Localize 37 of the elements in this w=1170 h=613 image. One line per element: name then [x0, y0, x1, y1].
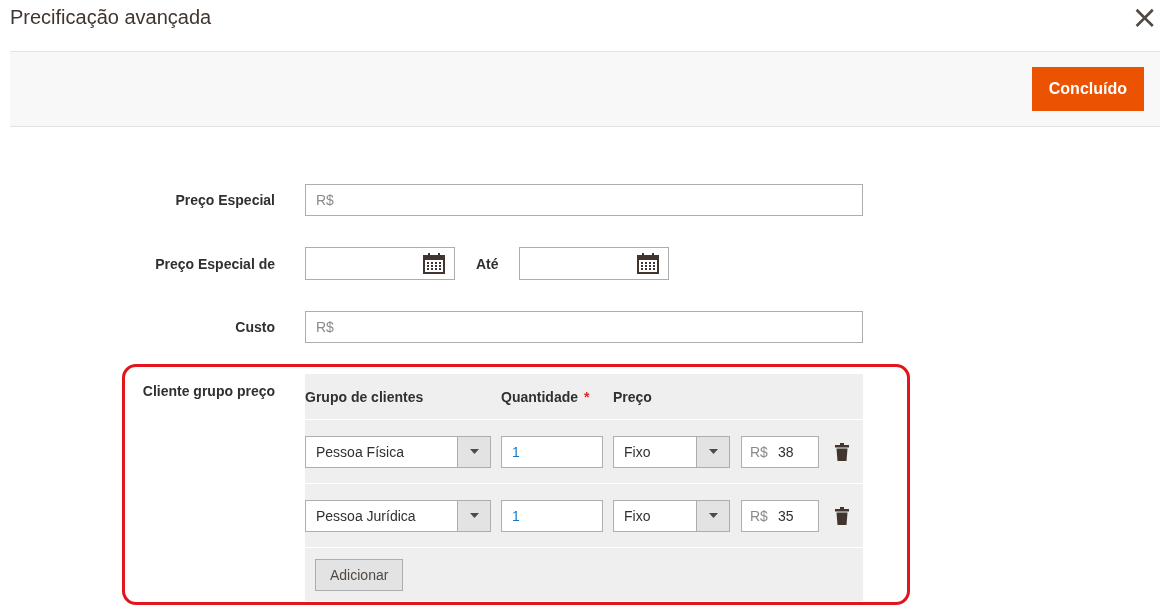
modal-title: Precificação avançada [10, 6, 212, 29]
caret-icon [696, 436, 729, 467]
column-header: Preço [613, 388, 652, 405]
price-type-select[interactable]: Fixo [613, 499, 730, 532]
caret-icon [457, 500, 490, 531]
customer-group-select[interactable]: Pessoa Física [305, 435, 491, 468]
date-from-field[interactable] [305, 247, 455, 280]
required-mark: * [584, 388, 590, 405]
currency-prefix: R$ [750, 507, 768, 524]
done-button[interactable]: Concluído [1031, 67, 1144, 111]
close-button[interactable]: × [1131, 3, 1158, 30]
field-label: Até [476, 255, 499, 272]
field-label: Custo [235, 319, 275, 335]
column-header: Grupo de clientes [305, 388, 424, 405]
price-type-select[interactable]: Fixo [613, 435, 730, 468]
caret-icon [696, 500, 729, 531]
quantity-field[interactable]: 1 [501, 499, 603, 532]
caret-icon [457, 436, 490, 467]
price-value: 35 [777, 507, 794, 524]
field-label: Preço Especial de [155, 255, 275, 272]
quantity-field[interactable]: 1 [501, 435, 603, 468]
price-field[interactable]: R$ 38 [741, 435, 819, 468]
cost-field[interactable]: R$ [305, 311, 863, 343]
customer-group-select[interactable]: Pessoa Jurídica [305, 499, 491, 532]
delete-icon[interactable] [835, 506, 849, 525]
special-price-field[interactable]: R$ [305, 184, 863, 216]
price-value: 38 [777, 443, 794, 460]
column-header: Quantidade [501, 388, 578, 405]
field-label: Cliente grupo preço [142, 382, 275, 399]
delete-icon[interactable] [835, 442, 849, 461]
calendar-icon[interactable] [423, 253, 445, 274]
add-button[interactable]: Adicionar [315, 558, 404, 591]
field-label: Preço Especial [175, 192, 275, 208]
price-field[interactable]: R$ 35 [741, 499, 819, 532]
date-to-field[interactable] [518, 247, 669, 280]
calendar-icon[interactable] [636, 253, 659, 274]
currency-prefix: R$ [750, 443, 768, 460]
